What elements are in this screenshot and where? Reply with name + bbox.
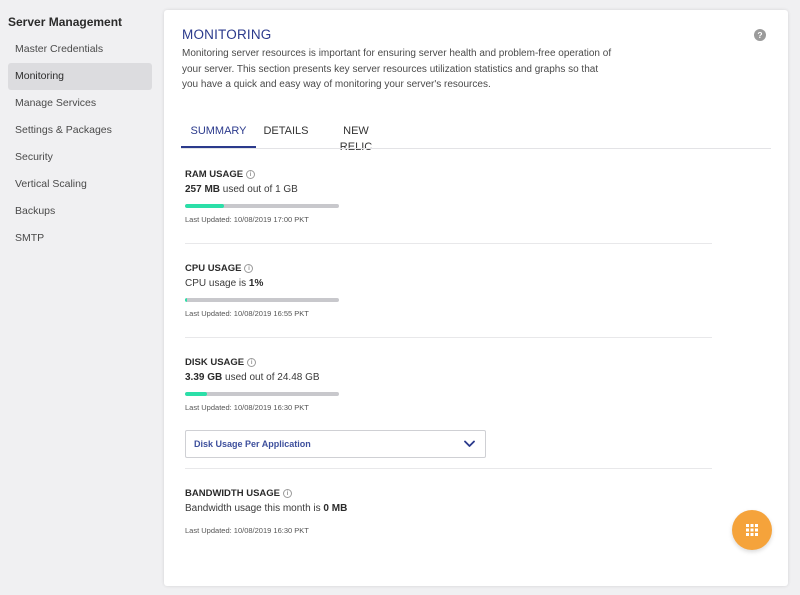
disk-progress-bar <box>185 392 339 396</box>
sidebar-title: Server Management <box>8 15 123 29</box>
monitoring-panel: MONITORING ? Monitoring server resources… <box>164 10 788 586</box>
ram-progress-fill <box>185 204 224 208</box>
ram-progress-bar <box>185 204 339 208</box>
cpu-usage-heading: CPU USAGE i <box>185 263 712 275</box>
disk-used-value: 3.39 GB <box>185 372 223 383</box>
ram-last-updated: Last Updated: 10/08/2019 17:00 PKT <box>185 215 309 224</box>
sidebar: Server Management Master Credentials Mon… <box>0 0 160 595</box>
info-circle-icon[interactable]: i <box>246 170 256 179</box>
info-circle-icon[interactable]: i <box>244 264 254 273</box>
sidebar-nav: Master Credentials Monitoring Manage Ser… <box>8 36 152 252</box>
question-circle-icon[interactable]: ? <box>754 29 766 41</box>
disk-last-updated: Last Updated: 10/08/2019 16:30 PKT <box>185 403 309 412</box>
section-divider <box>185 337 712 338</box>
sidebar-item-backups[interactable]: Backups <box>8 198 152 225</box>
tabs-divider <box>181 148 771 149</box>
cpu-last-updated: Last Updated: 10/08/2019 16:55 PKT <box>185 309 309 318</box>
disk-total-value: 24.48 GB <box>277 372 320 383</box>
cpu-usage-section: CPU USAGE i CPU usage is 1% Last Updated:… <box>185 263 712 319</box>
tab-summary[interactable]: SUMMARY <box>181 123 256 148</box>
sidebar-item-vertical-scaling[interactable]: Vertical Scaling <box>8 171 152 198</box>
sidebar-item-security[interactable]: Security <box>8 144 152 171</box>
bandwidth-usage-section: BANDWIDTH USAGE i Bandwidth usage this mo… <box>185 488 712 536</box>
disk-usage-per-application-dropdown[interactable]: Disk Usage Per Application <box>185 430 486 458</box>
page-title: MONITORING <box>182 27 272 42</box>
disk-used-connector: used out of <box>225 372 275 383</box>
cpu-usage-prefix: CPU usage is <box>185 278 247 289</box>
grid-icon <box>746 524 758 536</box>
ram-total-value: 1 GB <box>275 184 298 195</box>
disk-usage-section: DISK USAGE i 3.39 GB used out of 24.48 GB… <box>185 357 712 413</box>
disk-usage-title: DISK USAGE <box>185 357 245 368</box>
section-divider <box>185 243 712 244</box>
sidebar-item-monitoring[interactable]: Monitoring <box>8 63 152 90</box>
bandwidth-usage-value: 0 MB <box>323 503 348 514</box>
info-circle-icon[interactable]: i <box>247 358 257 367</box>
chevron-down-icon <box>464 440 475 447</box>
cpu-progress-bar <box>185 298 339 302</box>
section-divider <box>185 468 712 469</box>
bandwidth-usage-prefix: Bandwidth usage this month is <box>185 503 321 514</box>
ram-usage-section: RAM USAGE i 257 MB used out of 1 GB Last … <box>185 169 712 225</box>
disk-progress-fill <box>185 392 207 396</box>
dropdown-label: Disk Usage Per Application <box>194 439 311 449</box>
ram-used-value: 257 MB <box>185 184 221 195</box>
sidebar-item-master-credentials[interactable]: Master Credentials <box>8 36 152 63</box>
apps-menu-button[interactable] <box>732 510 772 550</box>
bandwidth-usage-heading: BANDWIDTH USAGE i <box>185 488 712 500</box>
sidebar-item-manage-services[interactable]: Manage Services <box>8 90 152 117</box>
bandwidth-usage-title: BANDWIDTH USAGE <box>185 488 280 499</box>
intro-text: Monitoring server resources is important… <box>182 48 612 90</box>
disk-usage-heading: DISK USAGE i <box>185 357 712 369</box>
info-circle-icon[interactable]: i <box>283 489 292 498</box>
tab-new-relic[interactable]: NEW RELIC <box>326 123 386 153</box>
tab-details[interactable]: DETAILS <box>263 123 309 148</box>
cpu-usage-title: CPU USAGE <box>185 263 242 274</box>
cpu-progress-fill <box>185 298 187 302</box>
sidebar-item-smtp[interactable]: SMTP <box>8 225 152 252</box>
ram-usage-text: 257 MB used out of 1 GB <box>185 184 712 196</box>
sidebar-item-settings-packages[interactable]: Settings & Packages <box>8 117 152 144</box>
cpu-usage-value: 1% <box>248 278 264 289</box>
ram-usage-heading: RAM USAGE i <box>185 169 712 181</box>
bandwidth-last-updated: Last Updated: 10/08/2019 16:30 PKT <box>185 526 309 535</box>
disk-usage-text: 3.39 GB used out of 24.48 GB <box>185 372 712 384</box>
bandwidth-usage-text: Bandwidth usage this month is 0 MB <box>185 503 712 515</box>
cpu-usage-text: CPU usage is 1% <box>185 278 712 290</box>
ram-usage-title: RAM USAGE <box>185 169 244 180</box>
ram-used-connector: used out of <box>222 184 273 195</box>
tab-bar: SUMMARY DETAILS NEW RELIC <box>181 123 771 153</box>
